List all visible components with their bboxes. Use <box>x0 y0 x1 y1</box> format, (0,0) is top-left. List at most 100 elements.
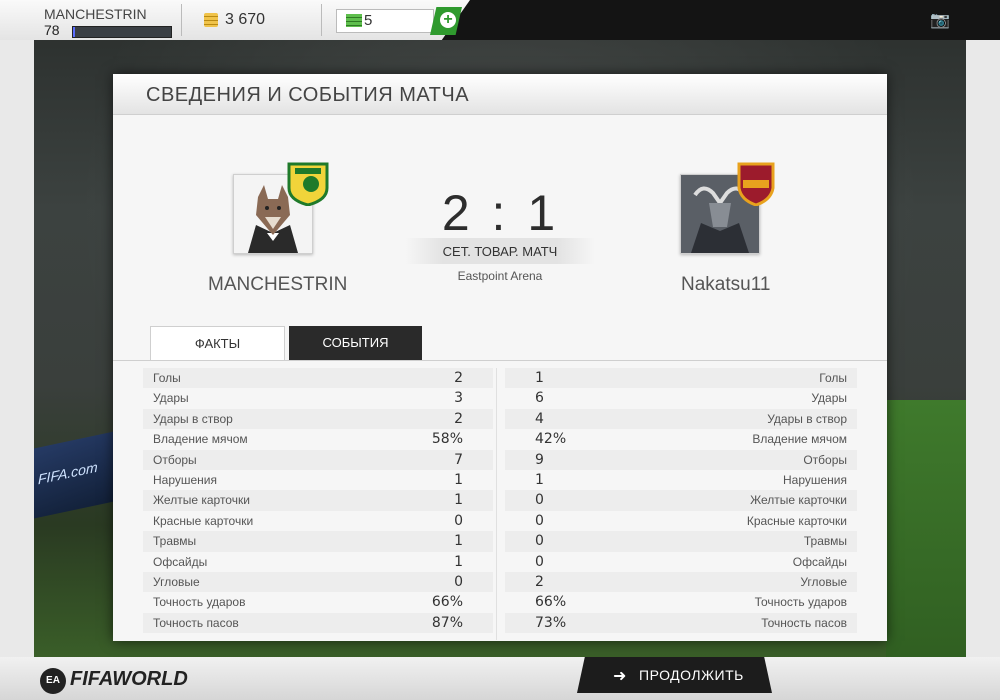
venue: Eastpoint Arena <box>457 269 543 283</box>
stat-row: Отборы 7 9 Отборы <box>113 450 887 470</box>
stat-label-away: Владение мячом <box>752 432 847 447</box>
stat-value-home: 1 <box>454 553 463 570</box>
away-stat-cell: 0 Желтые карточки <box>505 490 857 510</box>
stat-value-away: 0 <box>535 512 544 529</box>
stats-divider <box>496 368 497 640</box>
away-stat-cell: 0 Офсайды <box>505 552 857 572</box>
home-stat-cell: Отборы 7 <box>143 450 493 470</box>
divider <box>321 4 322 36</box>
away-stat-cell: 73% Точность пасов <box>505 613 857 633</box>
xp-progress-bar <box>72 26 172 38</box>
stat-row: Нарушения 1 1 Нарушения <box>113 470 887 490</box>
home-stat-cell: Удары в створ 2 <box>143 409 493 429</box>
stat-value-home: 0 <box>454 573 463 590</box>
stat-label-away: Удары в створ <box>767 411 847 426</box>
stat-label-home: Нарушения <box>153 472 218 487</box>
home-stat-cell: Точность пасов 87% <box>143 613 493 633</box>
home-stat-cell: Офсайды 1 <box>143 552 493 572</box>
stat-row: Красные карточки 0 0 Красные карточки <box>113 511 887 531</box>
match-details-panel: СВЕДЕНИЯ И СОБЫТИЯ МАТЧА MANCHESTRIN Nak… <box>113 74 887 641</box>
stat-value-home: 1 <box>454 471 463 488</box>
coins-value: 3 670 <box>225 11 266 28</box>
stat-value-home: 66% <box>431 594 463 611</box>
stat-label-away: Офсайды <box>792 554 847 569</box>
stat-row: Травмы 1 0 Травмы <box>113 531 887 551</box>
tab-facts[interactable]: ФАКТЫ <box>150 326 285 361</box>
left-frame <box>0 40 34 700</box>
stat-row: Удары в створ 2 4 Удары в створ <box>113 409 887 429</box>
camera-icon[interactable]: 📷 <box>930 10 950 29</box>
stat-label-home: Желтые карточки <box>153 493 250 508</box>
stat-value-home: 0 <box>454 512 463 529</box>
stat-value-away: 9 <box>535 451 544 468</box>
stat-value-home: 1 <box>454 492 463 509</box>
stat-label-away: Красные карточки <box>746 513 847 528</box>
stat-row: Удары 3 6 Удары <box>113 388 887 408</box>
home-club-crest <box>287 162 329 207</box>
stat-value-away: 2 <box>535 573 544 590</box>
stat-label-home: Точность ударов <box>153 595 246 610</box>
stat-label-home: Голы <box>153 371 181 385</box>
stat-label-home: Офсайды <box>153 554 208 569</box>
stat-value-away: 42% <box>535 431 567 448</box>
away-stat-cell: 66% Точность ударов <box>505 592 857 612</box>
stat-value-away: 73% <box>535 614 567 631</box>
stat-row: Желтые карточки 1 0 Желтые карточки <box>113 490 887 510</box>
stat-value-away: 1 <box>535 471 544 488</box>
stat-row: Точность ударов 66% 66% Точность ударов <box>113 592 887 612</box>
stat-label-away: Нарушения <box>782 472 847 487</box>
user-level: 78 <box>44 22 60 38</box>
stat-value-away: 66% <box>535 594 567 611</box>
stat-value-away: 4 <box>535 410 544 427</box>
stat-label-home: Удары в створ <box>153 411 233 426</box>
username[interactable]: MANCHESTRIN <box>44 6 147 22</box>
stat-label-away: Отборы <box>803 452 847 467</box>
home-stat-cell: Удары 3 <box>143 388 493 408</box>
stat-label-away: Голы <box>819 371 847 385</box>
home-stat-cell: Точность ударов 66% <box>143 592 493 612</box>
stat-label-away: Травмы <box>803 534 847 549</box>
stat-label-home: Точность пасов <box>153 615 239 630</box>
away-stat-cell: 2 Угловые <box>505 572 857 592</box>
away-team-name: Nakatsu11 <box>681 274 771 295</box>
home-stat-cell: Голы 2 <box>143 368 493 388</box>
home-stat-cell: Владение мячом 58% <box>143 429 493 449</box>
stat-row: Владение мячом 58% 42% Владение мячом <box>113 429 887 449</box>
page-title: СВЕДЕНИЯ И СОБЫТИЯ МАТЧА <box>146 84 470 106</box>
away-stat-cell: 1 Нарушения <box>505 470 857 490</box>
away-stat-cell: 0 Травмы <box>505 531 857 551</box>
stat-value-away: 1 <box>535 370 544 386</box>
stat-value-home: 3 <box>454 390 463 407</box>
home-stat-cell: Желтые карточки 1 <box>143 490 493 510</box>
stat-label-away: Удары <box>811 391 847 406</box>
stat-value-home: 58% <box>431 431 463 448</box>
home-stat-cell: Красные карточки 0 <box>143 511 493 531</box>
stat-label-home: Владение мячом <box>153 432 248 447</box>
stat-row: Угловые 0 2 Угловые <box>113 572 887 592</box>
arrow-right-icon: ➜ <box>613 668 627 685</box>
home-team-name: MANCHESTRIN <box>208 274 348 295</box>
stat-value-home: 1 <box>454 533 463 550</box>
away-stat-cell: 4 Удары в створ <box>505 409 857 429</box>
away-stat-cell: 6 Удары <box>505 388 857 408</box>
stat-label-home: Отборы <box>153 452 197 467</box>
pitch <box>886 400 966 700</box>
away-stat-cell: 42% Владение мячом <box>505 429 857 449</box>
stat-label-away: Желтые карточки <box>750 493 847 508</box>
xp-progress-fill <box>73 27 75 37</box>
match-type: СЕТ. ТОВАР. МАТЧ <box>442 244 558 259</box>
home-stat-cell: Нарушения 1 <box>143 470 493 490</box>
away-stat-cell: 1 Голы <box>505 368 857 388</box>
stat-value-home: 87% <box>431 614 463 631</box>
home-stat-cell: Угловые 0 <box>143 572 493 592</box>
ea-sports-logo: EA <box>40 668 66 694</box>
divider <box>181 4 182 36</box>
tab-events[interactable]: СОБЫТИЯ <box>289 326 422 360</box>
stat-label-away: Точность пасов <box>761 615 847 630</box>
continue-button[interactable]: ➜ ПРОДОЛЖИТЬ <box>577 657 772 693</box>
fifa-world-logo: FIFAWORLD <box>70 668 188 690</box>
panel-header: СВЕДЕНИЯ И СОБЫТИЯ МАТЧА <box>113 74 887 115</box>
stat-label-home: Угловые <box>153 574 200 589</box>
continue-label: ПРОДОЛЖИТЬ <box>639 667 744 683</box>
plus-icon: + <box>440 12 456 28</box>
